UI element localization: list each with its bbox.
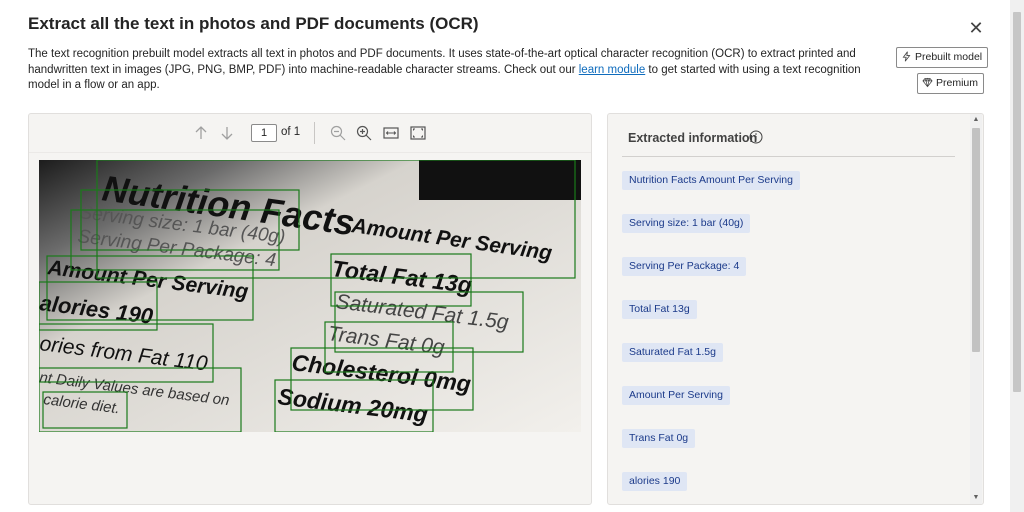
extracted-item[interactable]: Saturated Fat 1.5g — [622, 343, 723, 362]
scroll-down-icon[interactable]: ▼ — [970, 492, 982, 504]
fit-page-icon[interactable] — [409, 124, 427, 142]
viewer-toolbar: of 1 — [29, 114, 591, 153]
info-icon[interactable] — [749, 130, 763, 144]
ocr-dialog: Extract all the text in photos and PDF d… — [0, 0, 1011, 512]
prebuilt-model-label: Prebuilt model — [915, 51, 983, 63]
extracted-item[interactable]: Serving Per Package: 4 — [622, 257, 747, 276]
extracted-info-heading: Extracted information — [628, 131, 758, 145]
toolbar-divider — [314, 122, 315, 144]
page-scroll-thumb[interactable] — [1013, 12, 1021, 392]
page-number-input[interactable] — [251, 124, 277, 142]
extracted-item[interactable]: Trans Fat 0g — [622, 429, 696, 448]
nutrition-label-photo: Nutrition Facts Amount Per Serving Servi… — [39, 160, 581, 432]
zoom-in-icon[interactable] — [355, 124, 373, 142]
document-image: Nutrition Facts Amount Per Serving Servi… — [39, 160, 581, 432]
fit-width-icon[interactable] — [382, 124, 400, 142]
zoom-out-icon[interactable] — [329, 124, 347, 142]
premium-badge[interactable]: Premium — [917, 73, 985, 94]
arrow-down-icon[interactable] — [218, 124, 236, 142]
dialog-description: The text recognition prebuilt model extr… — [28, 47, 878, 94]
lightning-icon — [902, 51, 911, 62]
extracted-item[interactable]: Total Fat 13g — [622, 300, 697, 319]
page-count: of 1 — [281, 126, 301, 138]
document-viewer: of 1 Nutrition Fac — [28, 113, 592, 505]
extracted-item[interactable]: Serving size: 1 bar (40g) — [622, 214, 751, 233]
scroll-up-icon[interactable]: ▲ — [970, 114, 982, 126]
dialog-title: Extract all the text in photos and PDF d… — [28, 14, 479, 33]
close-icon[interactable]: ✕ — [966, 18, 986, 38]
extracted-item[interactable]: Nutrition Facts Amount Per Serving — [622, 171, 800, 190]
extracted-item[interactable]: alories 190 — [622, 472, 688, 491]
arrow-up-icon[interactable] — [192, 124, 210, 142]
diamond-icon — [922, 77, 933, 88]
premium-label: Premium — [936, 77, 979, 89]
page-scrollbar[interactable] — [1010, 0, 1024, 512]
extracted-info-panel: Extracted information Nutrition Facts Am… — [607, 113, 984, 505]
extracted-item[interactable]: Amount Per Serving — [622, 386, 730, 405]
panel-divider — [622, 156, 955, 157]
learn-module-link[interactable]: learn module — [579, 64, 645, 76]
panel-scrollbar[interactable]: ▲ ▼ — [970, 114, 982, 504]
prebuilt-model-badge[interactable]: Prebuilt model — [896, 47, 989, 68]
panel-scroll-thumb[interactable] — [972, 128, 980, 352]
